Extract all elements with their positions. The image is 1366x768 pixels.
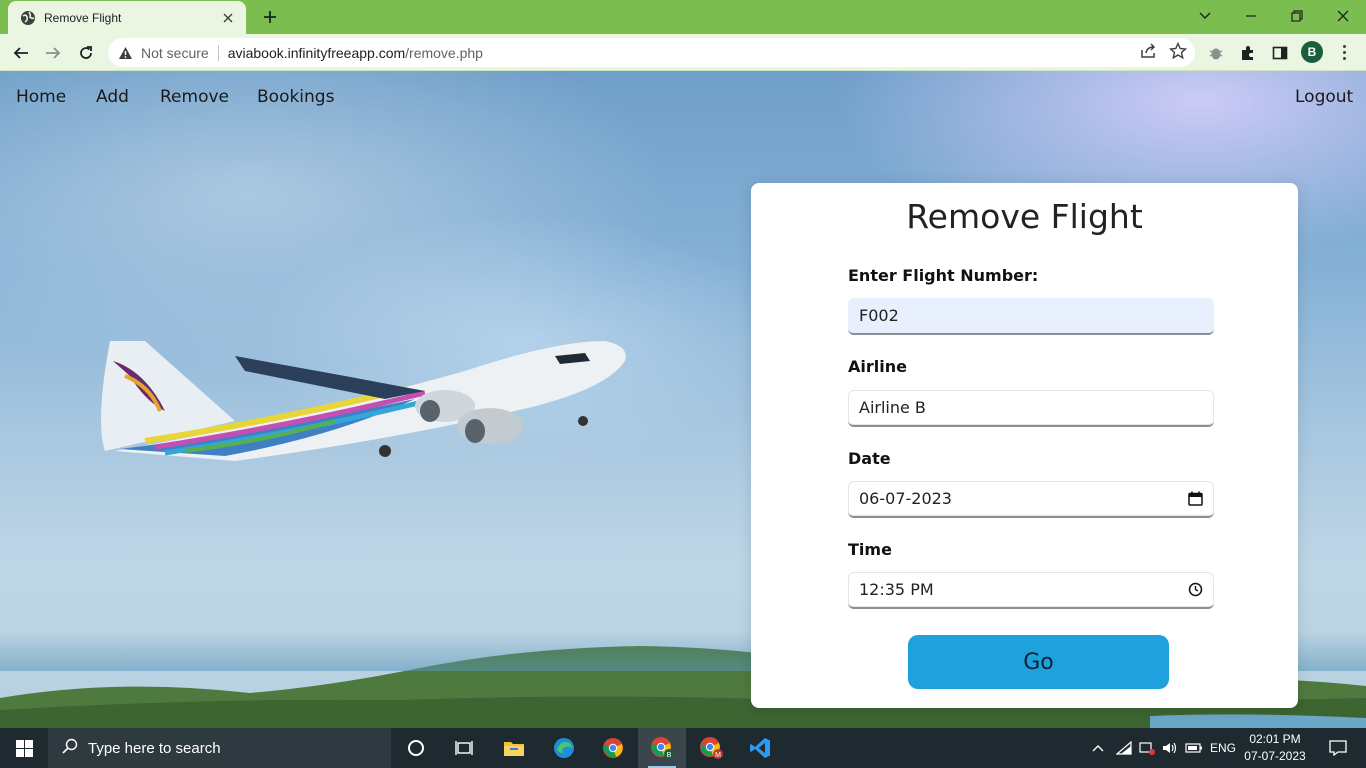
time-label: Time bbox=[848, 540, 892, 559]
vscode-icon[interactable] bbox=[736, 728, 784, 768]
side-panel-icon[interactable] bbox=[1269, 42, 1291, 64]
globe-icon bbox=[20, 10, 36, 26]
nav-home[interactable]: Home bbox=[16, 87, 66, 107]
volume-icon[interactable] bbox=[1160, 728, 1180, 768]
battery-icon[interactable] bbox=[1183, 728, 1205, 768]
address-divider bbox=[217, 44, 219, 61]
tab-search-icon[interactable] bbox=[1182, 0, 1228, 32]
search-placeholder: Type here to search bbox=[88, 739, 221, 757]
task-view-icon[interactable] bbox=[440, 728, 488, 768]
bookmark-star-icon[interactable] bbox=[1168, 41, 1188, 65]
minimize-icon[interactable] bbox=[1228, 0, 1274, 32]
share-icon[interactable] bbox=[1139, 42, 1157, 65]
language-indicator[interactable]: ENG bbox=[1208, 728, 1238, 768]
page-background: Home Add Remove Bookings Logout Remove F… bbox=[0, 71, 1366, 728]
browser-tab-strip: Remove Flight bbox=[0, 0, 1366, 34]
file-explorer-icon[interactable] bbox=[490, 728, 538, 768]
extensions-puzzle-icon[interactable] bbox=[1237, 42, 1259, 64]
calendar-icon[interactable] bbox=[1188, 491, 1203, 506]
notifications-icon[interactable] bbox=[1318, 728, 1358, 768]
nav-remove[interactable]: Remove bbox=[160, 87, 229, 107]
form-title: Remove Flight bbox=[906, 197, 1143, 236]
go-button[interactable]: Go bbox=[908, 635, 1169, 689]
flight-number-label: Enter Flight Number: bbox=[848, 266, 1039, 285]
meet-now-icon[interactable] bbox=[1137, 728, 1157, 768]
security-status[interactable]: Not secure bbox=[141, 45, 209, 61]
tab-title: Remove Flight bbox=[44, 10, 122, 25]
date-value: 06-07-2023 bbox=[859, 489, 952, 508]
bug-extension-icon[interactable] bbox=[1205, 42, 1227, 64]
back-icon[interactable] bbox=[8, 40, 34, 66]
windows-taskbar: Type here to search B M ENG 02:01 PM 07-… bbox=[0, 728, 1366, 768]
taskbar-search[interactable]: Type here to search bbox=[48, 728, 391, 768]
time-value: 12:35 PM bbox=[859, 580, 934, 599]
restore-icon[interactable] bbox=[1274, 0, 1320, 32]
top-navigation: Home Add Remove Bookings Logout bbox=[0, 71, 1366, 123]
date-input[interactable]: 06-07-2023 bbox=[848, 481, 1214, 518]
chrome-icon[interactable] bbox=[589, 728, 637, 768]
airplane-image bbox=[101, 341, 626, 461]
cortana-icon[interactable] bbox=[392, 728, 440, 768]
close-window-icon[interactable] bbox=[1320, 0, 1366, 32]
close-tab-icon[interactable] bbox=[220, 10, 236, 26]
url-text[interactable]: aviabook.infinityfreeapp.com/remove.php bbox=[228, 45, 483, 61]
airline-input[interactable]: Airline B bbox=[848, 390, 1214, 427]
warning-icon[interactable] bbox=[118, 46, 133, 60]
airline-value: Airline B bbox=[859, 398, 926, 417]
search-icon bbox=[62, 738, 78, 759]
url-host: aviabook.infinityfreeapp.com bbox=[227, 44, 406, 61]
network-icon[interactable] bbox=[1114, 728, 1134, 768]
chrome-profile-m-icon[interactable]: M bbox=[687, 728, 735, 768]
clock-time: 02:01 PM bbox=[1249, 732, 1301, 746]
flight-number-input[interactable]: F002 bbox=[848, 298, 1214, 335]
show-hidden-icons-icon[interactable] bbox=[1088, 728, 1108, 768]
nav-logout[interactable]: Logout bbox=[1295, 87, 1353, 107]
browser-menu-icon[interactable] bbox=[1336, 42, 1352, 62]
nav-add[interactable]: Add bbox=[96, 87, 129, 107]
browser-tab[interactable]: Remove Flight bbox=[8, 1, 246, 34]
windows-start-icon[interactable] bbox=[0, 728, 48, 768]
forward-icon[interactable] bbox=[40, 40, 66, 66]
profile-avatar[interactable]: B bbox=[1301, 41, 1323, 63]
airline-label: Airline bbox=[848, 357, 907, 376]
reload-icon[interactable] bbox=[73, 40, 99, 66]
taskbar-clock[interactable]: 02:01 PM 07-07-2023 bbox=[1240, 731, 1310, 765]
date-label: Date bbox=[848, 449, 891, 468]
browser-toolbar: Not secure aviabook.infinityfreeapp.com/… bbox=[0, 34, 1366, 71]
edge-browser-icon[interactable] bbox=[540, 728, 588, 768]
url-path: /remove.php bbox=[405, 44, 483, 61]
clock-icon[interactable] bbox=[1188, 582, 1203, 597]
remove-flight-form: Remove Flight Enter Flight Number: F002 … bbox=[751, 183, 1298, 708]
chrome-profile-b-icon[interactable]: B bbox=[638, 728, 686, 768]
nav-bookings[interactable]: Bookings bbox=[257, 87, 334, 107]
time-input[interactable]: 12:35 PM bbox=[848, 572, 1214, 609]
flight-number-value: F002 bbox=[859, 306, 899, 325]
svg-text:M: M bbox=[715, 752, 721, 759]
address-bar[interactable]: Not secure aviabook.infinityfreeapp.com/… bbox=[108, 38, 1195, 67]
new-tab-button[interactable] bbox=[259, 6, 281, 28]
clock-date: 07-07-2023 bbox=[1244, 749, 1306, 763]
svg-text:B: B bbox=[667, 752, 672, 759]
